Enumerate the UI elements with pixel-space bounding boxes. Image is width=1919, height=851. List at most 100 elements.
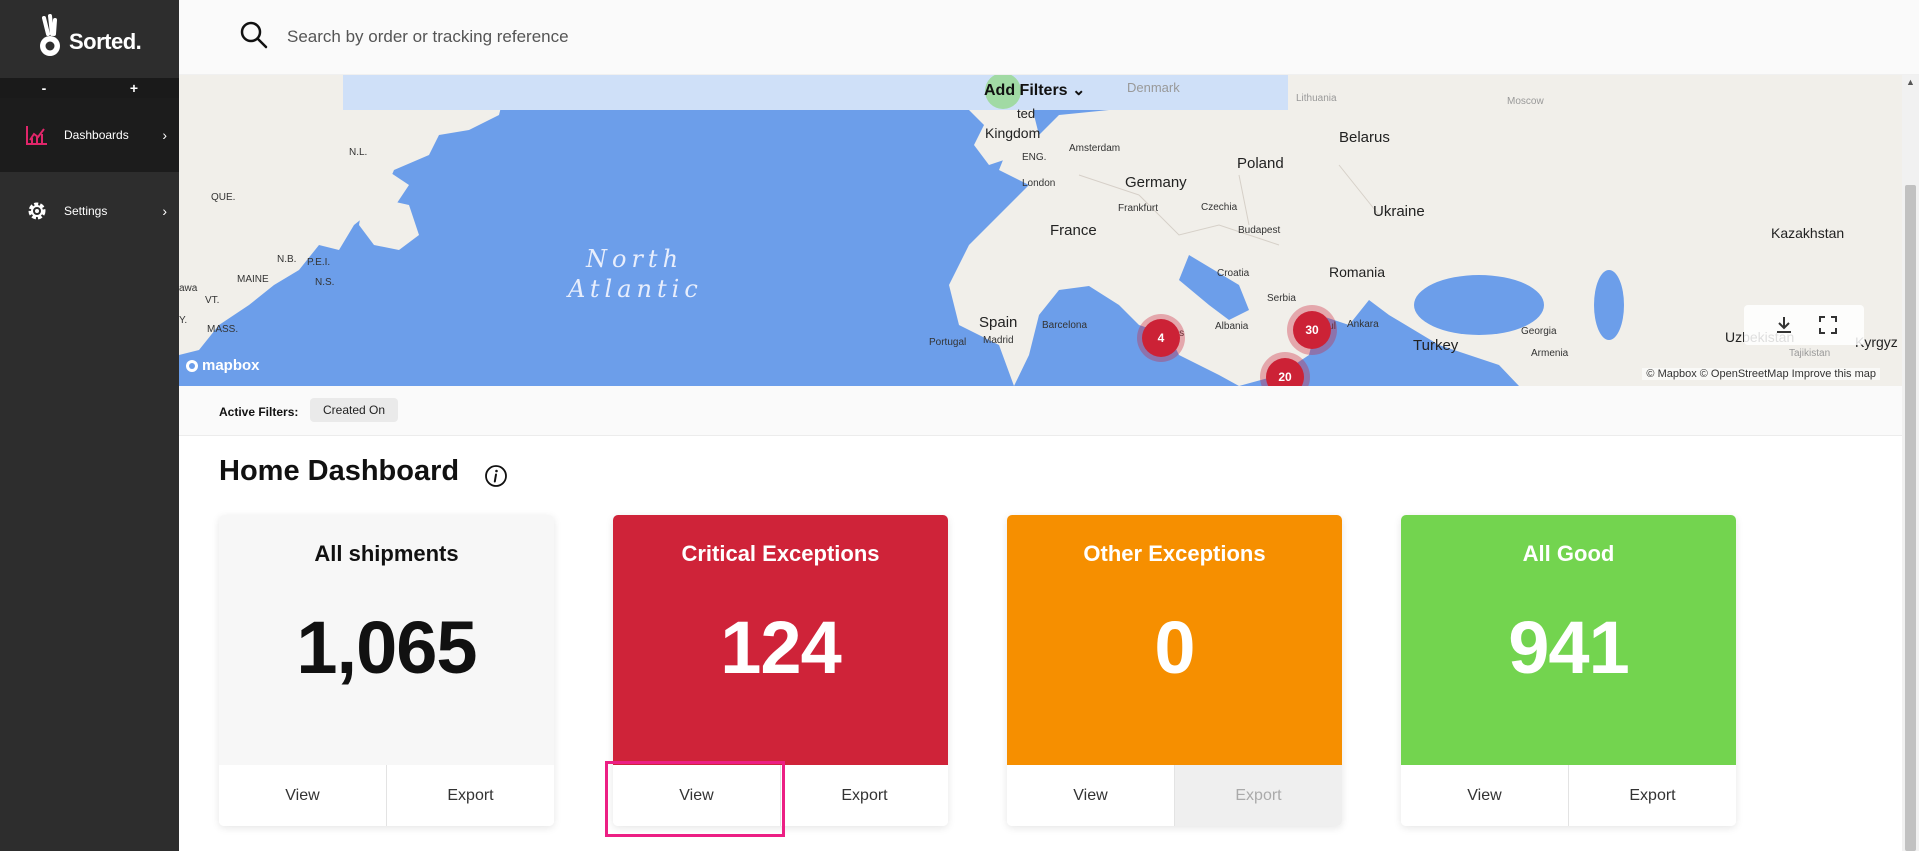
view-button[interactable]: View xyxy=(219,765,386,826)
map-label: Moscow xyxy=(1507,96,1544,107)
view-button[interactable]: View xyxy=(613,765,780,826)
hand-logo-icon xyxy=(40,14,60,56)
map-label: Spain xyxy=(979,314,1018,331)
card-value: 941 xyxy=(1508,606,1629,689)
sidebar-zoom-row: - + xyxy=(0,78,179,98)
map-label: Madrid xyxy=(983,335,1014,346)
map-label: MAINE xyxy=(237,274,269,285)
map-label: N.S. xyxy=(315,277,335,288)
card-actions: View Export xyxy=(1401,765,1736,826)
map-label: Amsterdam xyxy=(1069,143,1121,154)
map-label: Albania xyxy=(1215,321,1249,332)
cluster-count: 30 xyxy=(1293,311,1331,349)
sorted-logo[interactable]: Sorted. xyxy=(36,12,142,62)
sidebar-item-dashboards[interactable]: Dashboards › xyxy=(0,98,179,172)
card-value: 0 xyxy=(1154,606,1195,689)
card-actions: View Export xyxy=(1007,765,1342,826)
card-critical-exceptions: Critical Exceptions 124 View Export xyxy=(613,515,948,826)
map-label: QUE. xyxy=(211,192,236,203)
mapbox-icon xyxy=(186,359,198,372)
active-filters-bar: Active Filters: Created On xyxy=(179,386,1902,436)
map-label: Serbia xyxy=(1267,293,1296,304)
map-label: Romania xyxy=(1329,264,1386,280)
view-button[interactable]: View xyxy=(1401,765,1568,826)
map-label: awa xyxy=(179,283,198,294)
map-label: Barcelona xyxy=(1042,320,1088,331)
map-label: ted xyxy=(1017,106,1036,121)
card-actions: View Export xyxy=(613,765,948,826)
chevron-right-icon: › xyxy=(162,127,167,143)
search-input[interactable] xyxy=(287,22,987,52)
info-icon[interactable] xyxy=(484,464,508,488)
card-header: Other Exceptions 0 xyxy=(1007,515,1342,765)
map-label: Germany xyxy=(1125,174,1187,191)
page-scrollbar[interactable]: ▲ xyxy=(1902,75,1919,851)
scrollbar-thumb[interactable] xyxy=(1905,185,1916,851)
cluster-count: 20 xyxy=(1266,358,1304,386)
map-label: Atlantic xyxy=(568,275,703,303)
sidebar: Sorted. - + Dashboards › Settings › xyxy=(0,0,179,851)
map-label: Portugal xyxy=(929,337,967,348)
chart-icon xyxy=(26,126,47,145)
map-label: Turkey xyxy=(1413,337,1459,354)
map-label: N.L. xyxy=(349,147,368,158)
card-value: 124 xyxy=(720,606,841,689)
mapbox-logo[interactable]: mapbox xyxy=(185,357,260,374)
map-cluster-marker[interactable]: 4 xyxy=(1137,314,1185,362)
sidebar-item-label: Dashboards xyxy=(64,128,129,142)
chevron-down-icon: ⌄ xyxy=(1072,82,1086,99)
fullscreen-icon[interactable] xyxy=(1816,313,1840,337)
card-header: All Good 941 xyxy=(1401,515,1736,765)
map-cluster-marker[interactable]: 30 xyxy=(1287,305,1337,355)
gear-icon xyxy=(28,202,46,220)
map-label: Georgia xyxy=(1521,326,1557,337)
map-label: Kazakhstan xyxy=(1771,225,1845,241)
map-label: Kingdom xyxy=(985,125,1041,141)
search-icon[interactable] xyxy=(239,20,269,50)
zoom-in-button[interactable]: + xyxy=(124,78,144,98)
map-label: Czechia xyxy=(1201,202,1238,213)
download-icon[interactable] xyxy=(1772,313,1796,337)
map-attribution[interactable]: © Mapbox © OpenStreetMap Improve this ma… xyxy=(1642,368,1880,380)
map-label: Poland xyxy=(1237,155,1284,172)
card-actions: View Export xyxy=(219,765,554,826)
sidebar-item-settings[interactable]: Settings › xyxy=(0,174,179,248)
cluster-count: 4 xyxy=(1142,319,1180,357)
card-title: Critical Exceptions xyxy=(681,541,880,566)
zoom-out-button[interactable]: - xyxy=(34,78,54,98)
map-label: Ukraine xyxy=(1373,203,1425,220)
sidebar-item-label: Settings xyxy=(64,204,108,218)
logo-text: Sorted. xyxy=(69,29,142,54)
map-label: ENG. xyxy=(1022,152,1047,163)
chevron-right-icon: › xyxy=(162,203,167,219)
card-all-shipments: All shipments 1,065 View Export xyxy=(219,515,554,826)
shipment-map[interactable]: North Atlantic N.L. QUE. N.B. P.E.I. N.S… xyxy=(179,75,1902,386)
export-button[interactable]: Export xyxy=(780,765,948,826)
map-label: MASS. xyxy=(207,324,239,335)
page-title: Home Dashboard xyxy=(219,455,460,487)
map-label: Frankfurt xyxy=(1118,203,1159,214)
card-all-good: All Good 941 View Export xyxy=(1401,515,1736,826)
top-search-bar xyxy=(179,0,1919,75)
export-button[interactable]: Export xyxy=(386,765,554,826)
card-title: All shipments xyxy=(314,541,459,566)
map-label: Y. xyxy=(179,315,188,326)
map-label: North xyxy=(586,245,684,273)
map-label: Lithuania xyxy=(1296,93,1337,104)
view-button[interactable]: View xyxy=(1007,765,1174,826)
map-landmass xyxy=(179,75,1902,386)
map-controls xyxy=(1744,305,1864,345)
card-title: Other Exceptions xyxy=(1083,541,1266,566)
map-label: N.B. xyxy=(277,254,297,265)
map-label: P.E.I. xyxy=(307,257,331,268)
map-label: Tajikistan xyxy=(1789,348,1831,359)
add-filters-button[interactable]: Add Filters ⌄ xyxy=(984,80,1085,100)
filter-chip-created-on[interactable]: Created On xyxy=(310,398,399,422)
scroll-up-icon[interactable]: ▲ xyxy=(1906,77,1915,87)
active-filters-label: Active Filters: xyxy=(219,405,299,419)
export-button[interactable]: Export xyxy=(1174,765,1342,826)
map-label: Belarus xyxy=(1339,129,1390,146)
add-filters-label: Add Filters xyxy=(984,82,1068,99)
export-button[interactable]: Export xyxy=(1568,765,1736,826)
mapbox-label: mapbox xyxy=(202,357,260,374)
